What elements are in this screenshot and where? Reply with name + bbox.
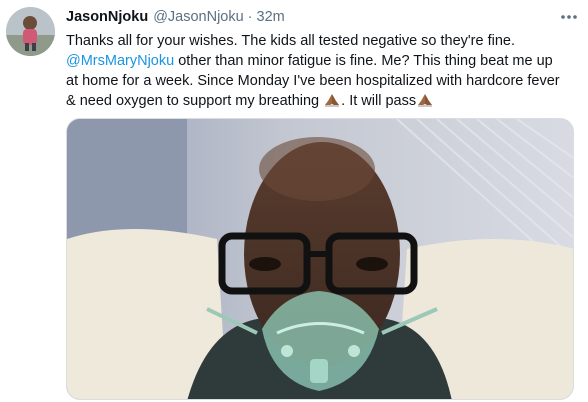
tweet-text-line: & need oxygen to support my breathing . … xyxy=(66,91,580,111)
tweet-photo[interactable] xyxy=(66,118,574,400)
separator-dot: · xyxy=(247,9,253,25)
timestamp[interactable]: 32m xyxy=(257,9,285,25)
tweet-text-segment: . It will pass xyxy=(341,93,417,109)
folded-hands-emoji-icon xyxy=(416,92,434,108)
tweet-text-segment: & need oxygen to support my breathing xyxy=(66,93,324,109)
tweet-text-segment: other than minor fatigue is fine. Me? Th… xyxy=(174,53,553,69)
user-handle[interactable]: @JasonNjoku xyxy=(153,9,243,25)
tweet-text: Thanks all for your wishes. The kids all… xyxy=(66,31,580,111)
more-options-icon[interactable] xyxy=(558,9,580,25)
tweet-text-line: Thanks all for your wishes. The kids all… xyxy=(66,33,516,49)
tweet-text-line: at home for a week. Since Monday I've be… xyxy=(66,73,560,89)
display-name[interactable]: JasonNjoku xyxy=(66,9,148,25)
mention-link[interactable]: @MrsMaryNjoku xyxy=(66,53,174,69)
avatar[interactable] xyxy=(6,7,55,56)
folded-hands-emoji-icon xyxy=(323,92,341,108)
tweet-header: JasonNjoku @JasonNjoku · 32m xyxy=(66,9,548,29)
tweet[interactable]: JasonNjoku @JasonNjoku · 32m Thanks all … xyxy=(0,0,588,402)
tweet-text-line: @MrsMaryNjoku other than minor fatigue i… xyxy=(66,51,580,71)
